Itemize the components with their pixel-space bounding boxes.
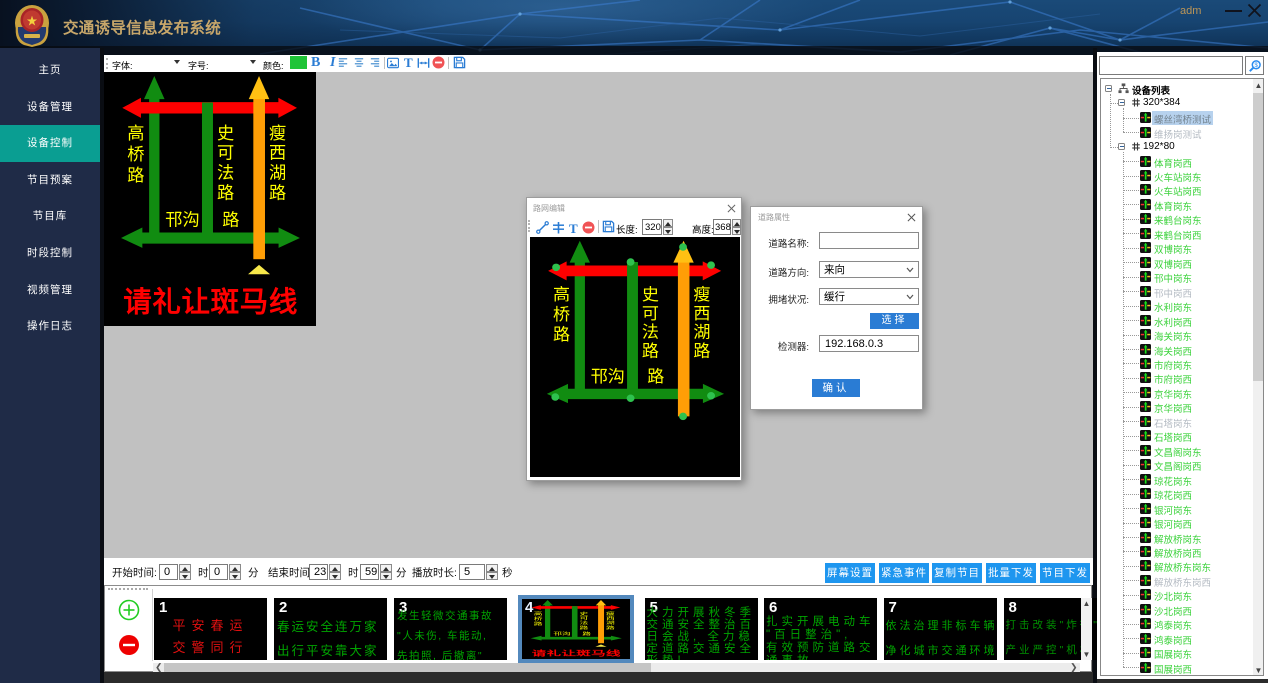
svg-text:请礼让斑马线: 请礼让斑马线 — [123, 286, 298, 318]
svg-text:路: 路 — [127, 165, 144, 185]
svg-text:法: 法 — [642, 323, 659, 342]
svg-text:路: 路 — [269, 182, 286, 202]
svg-text:西: 西 — [269, 143, 286, 163]
svg-text:西: 西 — [606, 616, 615, 621]
svg-text:邗沟: 邗沟 — [591, 367, 625, 386]
svg-text:可: 可 — [217, 143, 234, 163]
svg-text:瘦: 瘦 — [269, 123, 286, 143]
svg-text:★: ★ — [27, 16, 38, 28]
svg-text:可: 可 — [580, 616, 589, 621]
svg-text:桥: 桥 — [553, 305, 570, 324]
svg-text:史: 史 — [642, 285, 659, 304]
svg-text:路: 路 — [553, 325, 570, 344]
svg-text:西: 西 — [693, 304, 710, 323]
svg-text:路: 路 — [693, 342, 710, 361]
svg-text:路: 路 — [642, 342, 659, 361]
svg-text:法: 法 — [217, 163, 234, 183]
svg-text:桥: 桥 — [127, 144, 144, 164]
svg-text:路: 路 — [222, 209, 239, 229]
svg-text:史: 史 — [217, 123, 234, 143]
svg-text:高: 高 — [553, 285, 570, 304]
svg-text:路: 路 — [217, 182, 234, 202]
svg-text:路: 路 — [647, 367, 664, 386]
svg-text:请礼让斑马线: 请礼让斑马线 — [532, 649, 622, 657]
svg-text:高: 高 — [127, 123, 144, 143]
svg-text:湖: 湖 — [693, 323, 710, 342]
svg-text:可: 可 — [642, 304, 659, 323]
svg-text:邗沟: 邗沟 — [165, 209, 199, 229]
svg-text:瘦: 瘦 — [693, 285, 710, 304]
svg-text:湖: 湖 — [269, 163, 286, 183]
